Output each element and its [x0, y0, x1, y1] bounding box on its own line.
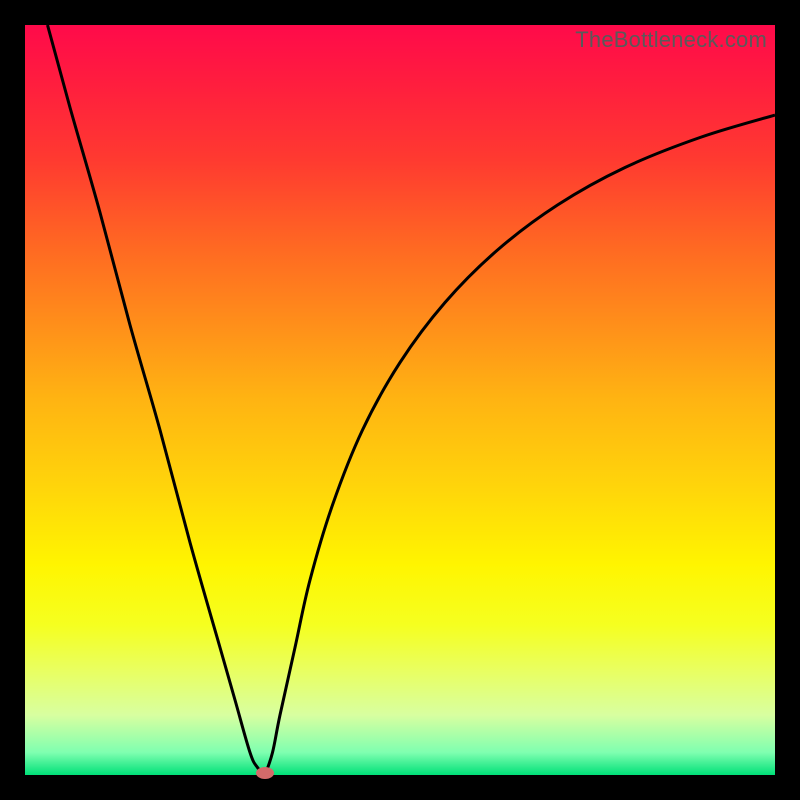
minimum-marker	[256, 767, 274, 779]
curve-right-branch	[265, 115, 775, 775]
curve-left-branch	[48, 25, 266, 775]
chart-frame: TheBottleneck.com	[0, 0, 800, 800]
plot-area: TheBottleneck.com	[25, 25, 775, 775]
bottleneck-curve	[25, 25, 775, 775]
